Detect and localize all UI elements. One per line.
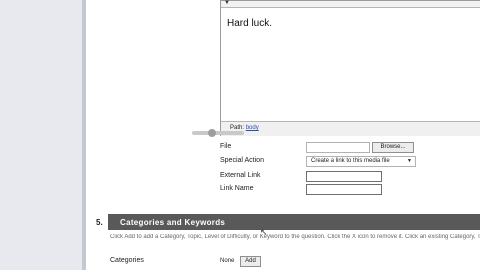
external-link-label: External Link [220,172,261,179]
left-gutter [0,0,82,270]
categories-label: Categories [110,257,144,264]
link-name-input[interactable] [306,184,382,195]
special-action-value: Create a link to this media file [311,158,390,164]
editor-status-bar: Path: body [221,121,480,136]
toolbar-dropdown-arrow-icon[interactable]: ▼ [224,0,230,7]
editor-resize-handle[interactable] [192,129,244,137]
file-input[interactable] [306,142,370,153]
external-link-input[interactable] [306,171,382,182]
section-description: Click Add to add a Category, Topic, Leve… [110,234,480,240]
resize-knob-icon[interactable] [208,129,216,137]
rich-text-editor[interactable]: ▼ Hard luck. Path: body [220,0,480,136]
editor-path-body-link[interactable]: body [246,125,259,131]
section-header-bar: Categories and Keywords [108,214,480,230]
editor-content-text: Hard luck. [227,18,273,29]
add-category-button[interactable]: Add [240,256,261,267]
section-title: Categories and Keywords [120,218,226,227]
special-action-select[interactable]: Create a link to this media file ▼ [306,156,416,167]
section-number: 5. [96,218,103,227]
file-label: File [220,143,232,150]
editor-content-area[interactable]: Hard luck. [221,9,480,121]
editor-toolbar: ▼ [221,0,480,8]
categories-value: None [220,258,235,264]
chevron-down-icon: ▼ [407,158,412,164]
special-action-label: Special Action [220,157,264,164]
browse-button[interactable]: Browse... [372,142,414,153]
link-name-label: Link Name [220,185,254,192]
